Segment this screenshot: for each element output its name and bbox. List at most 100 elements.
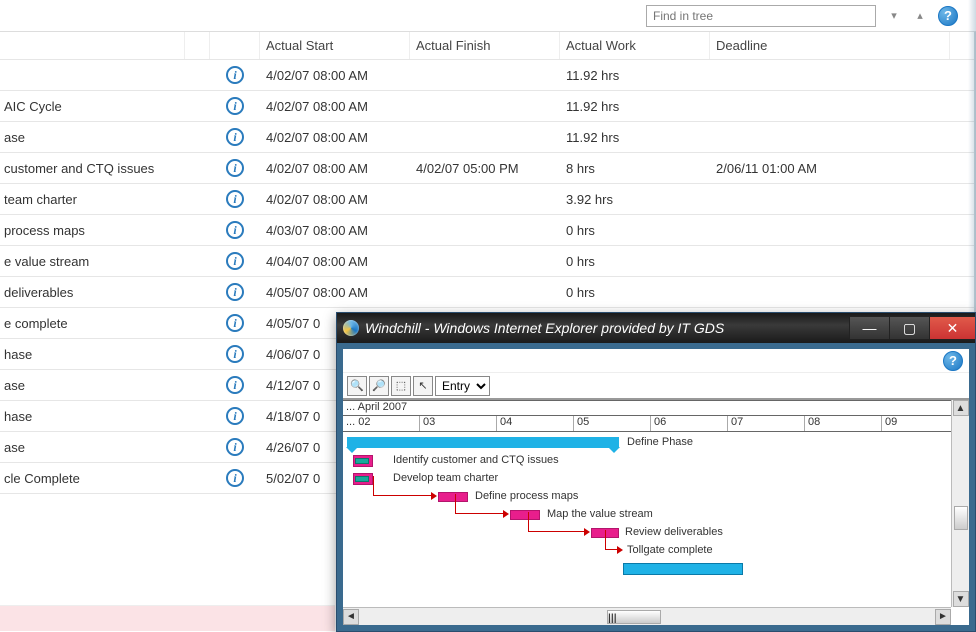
close-button[interactable]: ✕ (929, 317, 975, 339)
col-actual-work[interactable]: Actual Work (560, 32, 710, 59)
label-review: Review deliverables (625, 526, 723, 538)
cell-actual-start: 4/04/07 08:00 AM (260, 254, 410, 269)
pointer-icon[interactable]: ↖ (413, 376, 433, 396)
bar-next-phase[interactable] (623, 563, 743, 575)
cell-deadline: 2/06/11 01:00 AM (710, 161, 950, 176)
day-header: 06 (651, 416, 728, 431)
info-icon[interactable]: i (226, 407, 244, 425)
top-toolbar: ▾ ▴ ? (0, 0, 976, 32)
task-name: e value stream (0, 254, 185, 269)
minimize-button[interactable]: — (849, 317, 889, 339)
cell-actual-work: 11.92 hrs (560, 68, 710, 83)
view-select[interactable]: Entry (435, 376, 490, 396)
info-icon[interactable]: i (226, 66, 244, 84)
ie-titlebar[interactable]: Windchill - Windows Internet Explorer pr… (337, 313, 975, 343)
summary-bar-define-phase[interactable] (347, 437, 619, 448)
cell-actual-work: 11.92 hrs (560, 130, 710, 145)
info-icon[interactable]: i (226, 128, 244, 146)
gantt-vscroll[interactable]: ▲ ▼ (951, 400, 969, 607)
table-row[interactable]: team charter i 4/02/07 08:00 AM 3.92 hrs (0, 184, 974, 215)
right-edge (968, 0, 976, 312)
cell-actual-work: 11.92 hrs (560, 99, 710, 114)
cell-actual-start: 4/02/07 08:00 AM (260, 161, 410, 176)
cell-actual-work: 0 hrs (560, 285, 710, 300)
gantt-help-icon[interactable]: ? (943, 351, 963, 371)
cell-actual-work: 3.92 hrs (560, 192, 710, 207)
gantt-chart[interactable]: ... April 2007 ... 0203040506070809 Defi… (343, 399, 969, 625)
task-name: customer and CTQ issues (0, 161, 185, 176)
ie-logo-icon (343, 320, 359, 336)
cell-actual-start: 4/02/07 08:00 AM (260, 99, 410, 114)
ie-title: Windchill - Windows Internet Explorer pr… (365, 320, 843, 336)
select-icon[interactable]: ⬚ (391, 376, 411, 396)
table-row[interactable]: deliverablesi4/05/07 08:00 AM0 hrs (0, 277, 974, 308)
info-icon[interactable]: i (226, 283, 244, 301)
info-icon[interactable]: i (226, 221, 244, 239)
day-header: 08 (805, 416, 882, 431)
info-icon[interactable]: i (226, 345, 244, 363)
task-name: e complete (0, 316, 185, 331)
col-deadline[interactable]: Deadline (710, 32, 950, 59)
scroll-up-icon[interactable]: ▲ (953, 400, 969, 416)
table-row[interactable]: ase i 4/02/07 08:00 AM 11.92 hrs (0, 122, 974, 153)
day-header: 07 (728, 416, 805, 431)
info-icon[interactable]: i (226, 469, 244, 487)
info-icon[interactable]: i (226, 314, 244, 332)
label-define-phase: Define Phase (627, 436, 693, 448)
scroll-left-icon[interactable]: ◄ (343, 609, 359, 625)
table-row[interactable]: AIC Cycle i 4/02/07 08:00 AM 11.92 hrs (0, 91, 974, 122)
help-icon[interactable]: ? (938, 6, 958, 26)
scroll-right-icon[interactable]: ► (935, 609, 951, 625)
maximize-button[interactable]: ▢ (889, 317, 929, 339)
task-name: ase (0, 130, 185, 145)
hscroll-thumb[interactable]: lll (607, 610, 661, 624)
sort-icon[interactable]: ▴ (912, 8, 928, 24)
cell-actual-work: 0 hrs (560, 223, 710, 238)
grid-header: Actual Start Actual Finish Actual Work D… (0, 32, 974, 60)
day-header: 04 (497, 416, 574, 431)
scroll-down-icon[interactable]: ▼ (953, 591, 969, 607)
info-icon[interactable]: i (226, 190, 244, 208)
label-identify: Identify customer and CTQ issues (393, 454, 559, 466)
label-tollgate: Tollgate complete (627, 544, 713, 556)
cell-actual-start: 4/02/07 08:00 AM (260, 192, 410, 207)
vscroll-thumb[interactable] (954, 506, 968, 530)
task-name: team charter (0, 192, 185, 207)
ie-gantt-window: Windchill - Windows Internet Explorer pr… (336, 312, 976, 632)
cell-actual-work: 0 hrs (560, 254, 710, 269)
col-actual-finish[interactable]: Actual Finish (410, 32, 560, 59)
bar-develop-prog[interactable] (355, 476, 369, 482)
gantt-hscroll[interactable]: ◄ lll ► (343, 607, 951, 625)
day-header: 09 (882, 416, 959, 431)
cell-actual-finish: 4/02/07 05:00 PM (410, 161, 560, 176)
find-in-tree-input[interactable] (646, 5, 876, 27)
info-icon[interactable]: i (226, 97, 244, 115)
zoom-out-icon[interactable]: 🔎 (369, 376, 389, 396)
task-name: ase (0, 440, 185, 455)
info-icon[interactable]: i (226, 438, 244, 456)
info-icon[interactable]: i (226, 159, 244, 177)
cell-actual-start: 4/05/07 08:00 AM (260, 285, 410, 300)
table-row[interactable]: e value stream i 4/04/07 08:00 AM 0 hrs (0, 246, 974, 277)
status-band (0, 605, 335, 631)
info-icon[interactable]: i (226, 252, 244, 270)
gantt-toolbar: 🔍 🔎 ⬚ ↖ Entry (343, 373, 969, 399)
cell-actual-start: 4/02/07 08:00 AM (260, 68, 410, 83)
col-actual-start[interactable]: Actual Start (260, 32, 410, 59)
table-row[interactable]: process mapsi4/03/07 08:00 AM0 hrs (0, 215, 974, 246)
task-name: ase (0, 378, 185, 393)
filter-icon[interactable]: ▾ (886, 8, 902, 24)
day-header: 05 (574, 416, 651, 431)
task-name: AIC Cycle (0, 99, 185, 114)
cell-actual-start: 4/03/07 08:00 AM (260, 223, 410, 238)
cell-actual-start: 4/02/07 08:00 AM (260, 130, 410, 145)
table-row[interactable]: i 4/02/07 08:00 AM 11.92 hrs (0, 60, 974, 91)
zoom-in-icon[interactable]: 🔍 (347, 376, 367, 396)
task-name: hase (0, 409, 185, 424)
task-name: hase (0, 347, 185, 362)
day-header: ... 02 (343, 416, 420, 431)
bar-identify-prog[interactable] (355, 458, 369, 464)
info-icon[interactable]: i (226, 376, 244, 394)
table-row[interactable]: customer and CTQ issues i 4/02/07 08:00 AM… (0, 153, 974, 184)
month-header: ... April 2007 (343, 401, 959, 415)
